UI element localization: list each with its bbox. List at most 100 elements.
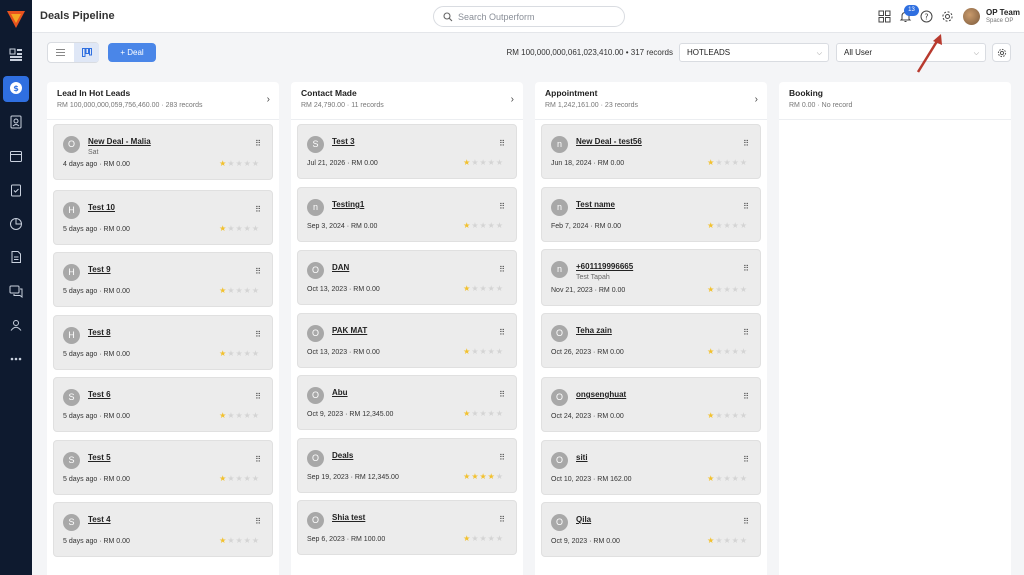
deal-rating[interactable]: ★★★★★: [707, 221, 748, 230]
deal-card[interactable]: O Teha zain Oct 26, 2023 · RM 0.00 ⠿ ★★★★★: [541, 313, 761, 368]
column-header[interactable]: Appointment RM 1,242,161.00 · 23 records ›: [535, 82, 767, 120]
star-icon[interactable]: ★: [723, 347, 731, 356]
deal-rating[interactable]: ★★★★★: [463, 409, 504, 418]
deal-rating[interactable]: ★★★★★: [219, 411, 260, 420]
deals-icon[interactable]: $: [8, 81, 24, 97]
deal-name-link[interactable]: DAN: [332, 263, 349, 272]
drag-handle-icon[interactable]: ⠿: [499, 328, 505, 337]
star-icon[interactable]: ★: [252, 224, 260, 233]
deal-name-link[interactable]: New Deal - test56: [576, 137, 642, 146]
calendar-icon[interactable]: [8, 149, 24, 165]
deal-name-link[interactable]: +601119996665: [576, 262, 633, 271]
star-icon[interactable]: ★: [496, 409, 504, 418]
dashboard-icon[interactable]: [8, 48, 24, 64]
star-icon[interactable]: ★: [723, 221, 731, 230]
star-icon[interactable]: ★: [732, 536, 740, 545]
star-icon[interactable]: ★: [496, 534, 504, 543]
drag-handle-icon[interactable]: ⠿: [743, 264, 749, 273]
star-icon[interactable]: ★: [740, 158, 748, 167]
user-name[interactable]: OP Team: [986, 8, 1020, 17]
star-icon[interactable]: ★: [488, 158, 496, 167]
star-icon[interactable]: ★: [252, 474, 260, 483]
star-icon[interactable]: ★: [479, 284, 487, 293]
drag-handle-icon[interactable]: ⠿: [499, 390, 505, 399]
star-icon[interactable]: ★: [235, 224, 243, 233]
deal-rating[interactable]: ★★★★★: [463, 158, 504, 167]
deal-card[interactable]: n +601119996665 Test Tapah Nov 21, 2023 · R…: [541, 249, 761, 306]
star-icon[interactable]: ★: [488, 347, 496, 356]
column-header[interactable]: Booking RM 0.00 · No record: [779, 82, 1011, 120]
star-icon[interactable]: ★: [235, 536, 243, 545]
star-icon[interactable]: ★: [252, 536, 260, 545]
deal-rating[interactable]: ★★★★★: [463, 221, 504, 230]
star-icon[interactable]: ★: [235, 159, 243, 168]
deal-rating[interactable]: ★★★★★: [707, 474, 748, 483]
deal-card[interactable]: H Test 8 5 days ago · RM 0.00 ⠿ ★★★★★: [53, 315, 273, 370]
drag-handle-icon[interactable]: ⠿: [743, 455, 749, 464]
drag-handle-icon[interactable]: ⠿: [499, 202, 505, 211]
star-icon[interactable]: ★: [252, 349, 260, 358]
deal-rating[interactable]: ★★★★★: [219, 349, 260, 358]
star-icon[interactable]: ★: [732, 285, 740, 294]
deal-card[interactable]: O PAK MAT Oct 13, 2023 · RM 0.00 ⠿ ★★★★★: [297, 313, 517, 368]
star-icon[interactable]: ★: [235, 349, 243, 358]
star-icon[interactable]: ★: [235, 411, 243, 420]
deal-name-link[interactable]: Testing1: [332, 200, 364, 209]
drag-handle-icon[interactable]: ⠿: [743, 202, 749, 211]
deal-card[interactable]: O DAN Oct 13, 2023 · RM 0.00 ⠿ ★★★★★: [297, 250, 517, 305]
deal-card[interactable]: Oongsenghuat Oct 24, 2023 · RM 0.00 ⠿ ★★★★★: [541, 377, 761, 432]
star-icon[interactable]: ★: [479, 347, 487, 356]
deal-name-link[interactable]: PAK MAT: [332, 326, 367, 335]
star-icon[interactable]: ★: [235, 286, 243, 295]
avatar[interactable]: [963, 8, 980, 25]
star-icon[interactable]: ★: [488, 409, 496, 418]
drag-handle-icon[interactable]: ⠿: [255, 330, 261, 339]
chevron-right-icon[interactable]: ›: [755, 94, 758, 105]
star-icon[interactable]: ★: [488, 221, 496, 230]
settings-gear-icon[interactable]: [941, 10, 954, 23]
star-icon[interactable]: ★: [740, 411, 748, 420]
star-icon[interactable]: ★: [732, 221, 740, 230]
deal-rating[interactable]: ★★★★★: [707, 347, 748, 356]
deal-rating[interactable]: ★★★★★: [219, 536, 260, 545]
star-icon[interactable]: ★: [252, 411, 260, 420]
deal-rating[interactable]: ★★★★★: [463, 284, 504, 293]
help-icon[interactable]: ?: [920, 10, 933, 23]
deal-rating[interactable]: ★★★★★: [463, 472, 504, 481]
deal-name-link[interactable]: Test 6: [88, 390, 111, 399]
drag-handle-icon[interactable]: ⠿: [255, 267, 261, 276]
board-view-button[interactable]: [74, 43, 99, 62]
drag-handle-icon[interactable]: ⠿: [499, 139, 505, 148]
star-icon[interactable]: ★: [479, 534, 487, 543]
star-icon[interactable]: ★: [740, 536, 748, 545]
star-icon[interactable]: ★: [244, 411, 252, 420]
list-view-button[interactable]: [48, 43, 74, 62]
deal-card[interactable]: Ositi Oct 10, 2023 · RM 162.00 ⠿ ★★★★★: [541, 440, 761, 495]
deal-name-link[interactable]: Test 5: [88, 453, 111, 462]
star-icon[interactable]: ★: [488, 534, 496, 543]
star-icon[interactable]: ★: [732, 411, 740, 420]
star-icon[interactable]: ★: [244, 159, 252, 168]
star-icon[interactable]: ★: [244, 286, 252, 295]
star-icon[interactable]: ★: [479, 409, 487, 418]
deal-rating[interactable]: ★★★★★: [707, 158, 748, 167]
star-icon[interactable]: ★: [740, 474, 748, 483]
drag-handle-icon[interactable]: ⠿: [499, 515, 505, 524]
user-filter-select[interactable]: All User ⌵: [836, 43, 986, 62]
deal-name-link[interactable]: siti: [576, 453, 588, 462]
drag-handle-icon[interactable]: ⠿: [255, 455, 261, 464]
deal-name-link[interactable]: Abu: [332, 388, 348, 397]
deal-name-link[interactable]: Test name: [576, 200, 615, 209]
column-header[interactable]: Contact Made RM 24,790.00 · 11 records ›: [291, 82, 523, 120]
deal-name-link[interactable]: Test 10: [88, 203, 115, 212]
chevron-right-icon[interactable]: ›: [511, 94, 514, 105]
pipeline-select[interactable]: HOTLEADS ⌵: [679, 43, 829, 62]
tasks-icon[interactable]: [8, 183, 24, 199]
star-icon[interactable]: ★: [235, 474, 243, 483]
star-icon[interactable]: ★: [496, 347, 504, 356]
star-icon[interactable]: ★: [740, 221, 748, 230]
star-icon[interactable]: ★: [496, 221, 504, 230]
deal-card[interactable]: O Abu Oct 9, 2023 · RM 12,345.00 ⠿ ★★★★★: [297, 375, 517, 430]
drag-handle-icon[interactable]: ⠿: [499, 265, 505, 274]
deal-rating[interactable]: ★★★★★: [463, 534, 504, 543]
